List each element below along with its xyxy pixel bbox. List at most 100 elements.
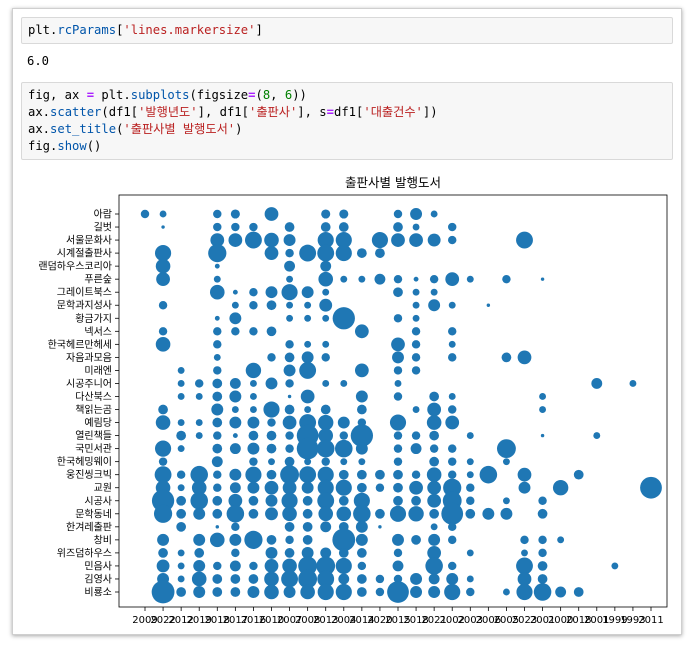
scatter-point: [321, 353, 330, 362]
scatter-point: [517, 572, 532, 586]
scatter-point: [214, 315, 220, 321]
scatter-point: [176, 495, 187, 506]
scatter-point: [391, 233, 405, 247]
scatter-point: [177, 549, 185, 557]
scatter-point: [448, 457, 457, 466]
code-token: ax.: [28, 105, 51, 119]
scatter-point: [284, 548, 295, 558]
scatter-point: [267, 418, 276, 427]
scatter-point: [412, 288, 420, 296]
scatter-point: [393, 431, 403, 440]
scatter-point: [282, 480, 297, 495]
scatter-point: [410, 443, 422, 455]
scatter-point: [231, 522, 240, 532]
code-token: ): [235, 122, 243, 136]
scatter-point: [539, 393, 547, 400]
scatter-point: [286, 301, 294, 309]
scatter-point: [304, 314, 312, 322]
scatter-point: [338, 573, 350, 585]
scatter-point: [212, 443, 223, 454]
scatter-point: [408, 506, 424, 522]
y-tick-label: 교원: [94, 482, 112, 494]
scatter-point: [318, 414, 334, 431]
scatter-point: [248, 495, 259, 506]
scatter-point: [517, 350, 532, 365]
scatter-point: [466, 471, 474, 479]
scatter-point: [332, 307, 355, 330]
scatter-point: [482, 507, 495, 520]
scatter-point: [426, 467, 442, 482]
scatter-point: [517, 467, 532, 482]
scatter-point: [249, 561, 258, 571]
scatter-point: [337, 416, 350, 429]
scatter-point: [412, 223, 420, 231]
scatter-point: [282, 415, 297, 430]
scatter-point: [176, 521, 187, 532]
scatter-point: [302, 521, 313, 532]
scatter-point: [466, 575, 474, 583]
scatter-point: [302, 534, 313, 545]
y-tick-label: 시계절출판사: [57, 247, 112, 260]
scatter-point: [448, 470, 457, 479]
scatter-point: [502, 497, 510, 505]
scatter-point: [502, 274, 511, 284]
scatter-point: [213, 470, 222, 479]
scatter-point: [155, 245, 172, 262]
scatter-point: [629, 380, 637, 387]
scatter-point: [302, 508, 313, 519]
scatter-point: [516, 557, 533, 575]
scatter-point: [355, 520, 368, 533]
scatter-point: [158, 404, 168, 415]
scatter-point: [265, 286, 278, 299]
scatter-point: [335, 479, 352, 496]
scatter-point: [229, 416, 242, 429]
scatter-point: [209, 532, 225, 548]
code-token: fig, ax: [28, 88, 87, 102]
scatter-point: [299, 361, 317, 379]
scatter-point: [212, 391, 223, 402]
y-tick-label: 문학동네: [75, 508, 112, 520]
scatter-point: [285, 535, 294, 545]
scatter-point: [140, 209, 150, 219]
scatter-point: [429, 444, 439, 453]
scatter-point: [573, 587, 584, 597]
code-cell-rcparams[interactable]: plt.rcParams['lines.markersize']: [21, 17, 673, 44]
y-tick-label: 비룡소: [84, 587, 112, 599]
scatter-point: [389, 414, 407, 431]
scatter-point: [356, 548, 367, 558]
y-tick-label: 한겨레출판: [66, 521, 112, 533]
scatter-point: [264, 571, 279, 587]
scatter-point: [430, 523, 438, 531]
scatter-point: [318, 271, 334, 287]
scatter-point: [213, 431, 222, 440]
scatter-point: [573, 469, 584, 480]
scatter-point: [301, 481, 314, 494]
scatter-point: [213, 327, 222, 336]
scatter-point: [177, 484, 185, 492]
scatter-point: [391, 337, 405, 352]
scatter-point: [320, 521, 332, 533]
scatter-point: [231, 301, 239, 309]
scatter-point: [411, 534, 421, 545]
scatter-point: [393, 314, 403, 323]
scatter-point: [353, 505, 371, 523]
scatter-point: [161, 225, 165, 229]
scatter-point: [448, 405, 457, 414]
scatter-point: [338, 469, 349, 480]
scatter-point: [521, 549, 528, 557]
scatter-point: [230, 587, 241, 597]
scatter-point: [229, 443, 241, 455]
scatter-point: [284, 352, 295, 363]
scatter-point: [412, 314, 420, 322]
code-cell-scatter[interactable]: fig, ax = plt.subplots(figsize=(8, 6)) ax…: [21, 82, 673, 160]
code-line: fig, ax = plt.subplots(figsize=(8, 6)): [28, 87, 666, 104]
scatter-point: [428, 299, 441, 312]
scatter-point: [339, 209, 349, 219]
scatter-point: [284, 404, 295, 415]
scatter-point: [317, 583, 334, 601]
scatter-point: [411, 340, 421, 349]
scatter-point: [466, 587, 475, 597]
scatter-point: [393, 274, 403, 284]
code-token: show: [57, 139, 87, 153]
scatter-point: [393, 444, 403, 453]
